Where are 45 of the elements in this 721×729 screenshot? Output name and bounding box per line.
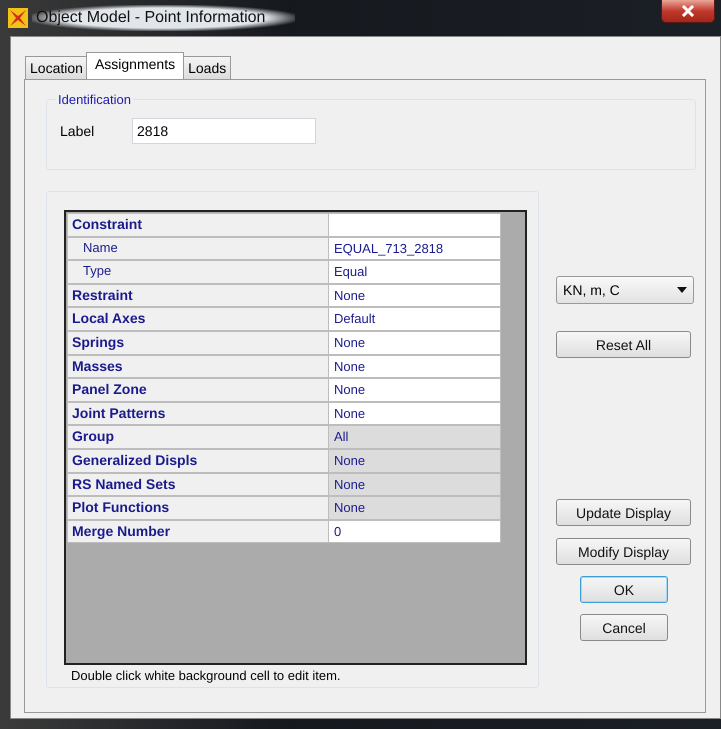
property-name: Restraint: [67, 284, 329, 308]
property-value[interactable]: None: [329, 402, 501, 426]
field-label: Label: [60, 123, 96, 139]
property-name: Panel Zone: [67, 378, 329, 402]
units-dropdown[interactable]: KN, m, C: [556, 276, 694, 304]
property-value[interactable]: Default: [329, 307, 501, 331]
property-name: Constraint: [67, 213, 329, 237]
close-icon: [681, 5, 695, 17]
property-name: Merge Number: [67, 520, 329, 544]
property-name: Generalized Displs: [67, 448, 329, 473]
app-logo-icon: [8, 8, 28, 28]
tab[interactable]: Assignments: [86, 52, 184, 79]
label-field[interactable]: 2818: [132, 118, 316, 144]
property-value[interactable]: None: [329, 284, 501, 308]
property-name: Springs: [67, 330, 329, 355]
property-value[interactable]: None: [329, 496, 501, 520]
ok-button[interactable]: OK: [580, 576, 668, 603]
property-name: Name: [67, 236, 329, 260]
property-value[interactable]: All: [329, 425, 501, 449]
property-value[interactable]: EQUAL_713_2818: [329, 236, 501, 260]
property-name: Type: [67, 260, 329, 284]
hint-text: Double click white background cell to edit item.: [71, 668, 342, 683]
caret-icon: [677, 287, 687, 293]
close-button[interactable]: [661, 0, 715, 23]
property-name: RS Named Sets: [67, 472, 329, 496]
property-value[interactable]: 0: [329, 520, 501, 544]
dialog-button[interactable]: Update Display: [556, 499, 691, 526]
property-value[interactable]: None: [329, 472, 501, 496]
property-value[interactable]: Equal: [329, 260, 501, 284]
tab[interactable]: Loads: [183, 56, 232, 79]
dialog-button[interactable]: Cancel: [580, 614, 668, 641]
window-title: Object Model - Point Information: [32, 5, 296, 31]
tab[interactable]: Location: [25, 56, 88, 79]
dialog-button[interactable]: Reset All: [556, 331, 691, 358]
property-name: Plot Functions: [67, 496, 329, 520]
property-value[interactable]: None: [329, 330, 501, 355]
property-name: Group: [67, 425, 329, 449]
property-value[interactable]: None: [329, 448, 501, 473]
property-value[interactable]: None: [329, 354, 501, 378]
property-name: Masses: [67, 354, 329, 378]
group-title: Identification: [57, 92, 132, 107]
property-value[interactable]: None: [329, 378, 501, 402]
property-name: Local Axes: [67, 307, 329, 331]
dialog-button[interactable]: Modify Display: [556, 538, 691, 565]
property-name: Joint Patterns: [67, 402, 329, 426]
